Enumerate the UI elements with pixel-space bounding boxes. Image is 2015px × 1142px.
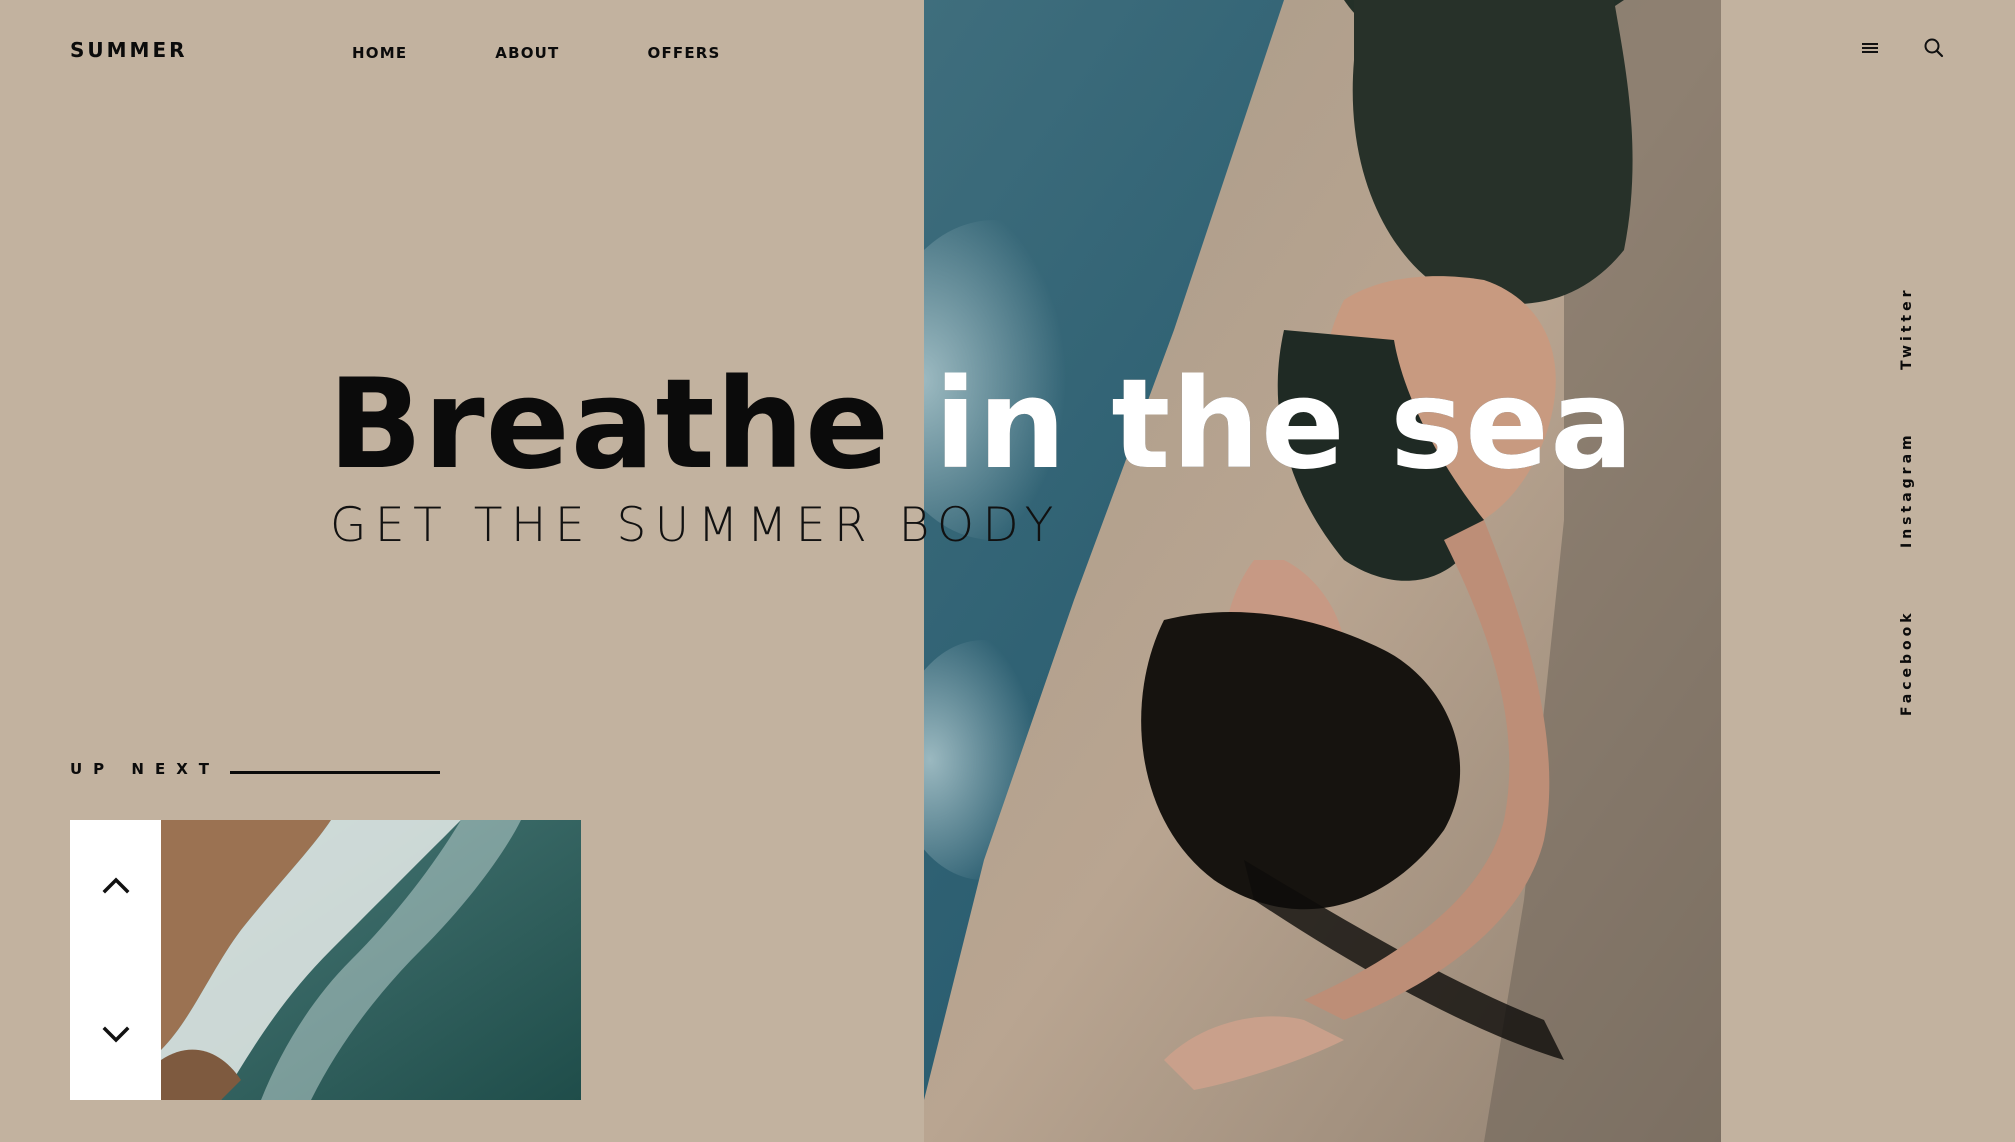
up-next-thumbnail[interactable] (161, 820, 581, 1100)
main-nav: HOME ABOUT OFFERS (352, 44, 809, 62)
menu-icon[interactable] (1857, 36, 1883, 60)
up-next-divider (230, 771, 440, 774)
page: SUMMER HOME ABOUT OFFERS Breathe in the … (0, 0, 2015, 1142)
nav-item-about[interactable]: ABOUT (495, 44, 559, 62)
hero-image (924, 0, 1721, 1142)
slider-controls (70, 820, 161, 1100)
nav-item-home[interactable]: HOME (352, 44, 407, 62)
chevron-up-icon[interactable] (101, 870, 131, 900)
hero-headline: Breathe in the sea Breathe in the sea (328, 350, 1634, 500)
hero-subheadline: GET THE SUMMER BODY (330, 498, 1062, 553)
brand-logo[interactable]: SUMMER (70, 38, 188, 62)
up-next-label: UP NEXT (70, 760, 220, 778)
chevron-down-icon[interactable] (101, 1020, 131, 1050)
nav-item-offers[interactable]: OFFERS (648, 44, 721, 62)
social-link-twitter[interactable]: Twitter (1899, 286, 1915, 370)
search-icon[interactable] (1921, 36, 1947, 60)
social-link-instagram[interactable]: Instagram (1899, 431, 1915, 548)
social-link-facebook[interactable]: Facebook (1899, 609, 1915, 716)
